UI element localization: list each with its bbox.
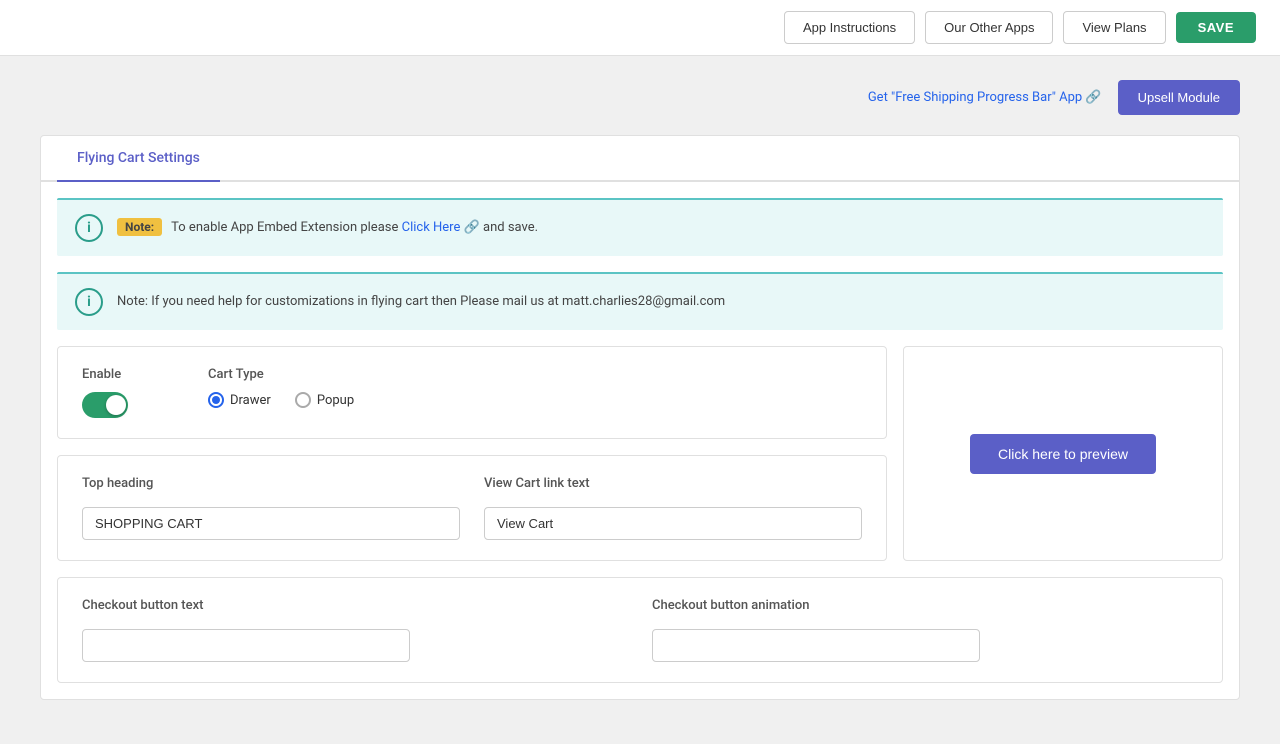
preview-panel: Click here to preview (903, 346, 1223, 561)
top-bar: Get "Free Shipping Progress Bar" App 🔗 U… (40, 80, 1240, 115)
fields-row: Top heading View Cart link text (82, 476, 862, 540)
enable-toggle[interactable] (82, 392, 128, 418)
toggle-slider[interactable] (82, 392, 128, 418)
drawer-label: Drawer (230, 393, 271, 408)
info-icon-1: i (75, 214, 103, 242)
settings-grid: Enable Cart Type (57, 346, 1223, 561)
drawer-radio-btn[interactable] (208, 392, 224, 408)
cart-type-radio-group: Drawer Popup (208, 392, 354, 408)
notice-customization: i Note: If you need help for customizati… (57, 272, 1223, 330)
click-here-link[interactable]: Click Here 🔗 (402, 220, 480, 235)
cart-type-field: Cart Type Drawer Popup (208, 367, 354, 408)
notice-1-before: To enable App Embed Extension please (171, 220, 398, 235)
settings-left: Enable Cart Type (57, 346, 887, 561)
notice-1-after: and save. (483, 220, 538, 235)
checkout-button-text-group: Checkout button text (82, 598, 628, 662)
tab-bar: Flying Cart Settings (41, 136, 1239, 182)
enable-field: Enable (82, 367, 128, 418)
free-shipping-link[interactable]: Get "Free Shipping Progress Bar" App 🔗 (868, 90, 1102, 105)
checkout-button-text-label: Checkout button text (82, 598, 628, 613)
drawer-radio-option[interactable]: Drawer (208, 392, 271, 408)
checkout-button-animation-label: Checkout button animation (652, 598, 1198, 613)
enable-label: Enable (82, 367, 128, 382)
toggle-wrapper (82, 392, 128, 418)
other-apps-button[interactable]: Our Other Apps (925, 11, 1053, 44)
info-icon-2: i (75, 288, 103, 316)
tab-panel: Flying Cart Settings i Note: To enable A… (40, 135, 1240, 700)
view-cart-link-label: View Cart link text (484, 476, 862, 491)
top-heading-label: Top heading (82, 476, 460, 491)
popup-radio-option[interactable]: Popup (295, 392, 354, 408)
view-cart-link-group: View Cart link text (484, 476, 862, 540)
enable-section: Enable Cart Type (82, 367, 862, 418)
cart-type-label: Cart Type (208, 367, 354, 382)
header: App Instructions Our Other Apps View Pla… (0, 0, 1280, 56)
app-instructions-button[interactable]: App Instructions (784, 11, 915, 44)
note-badge-1: Note: (117, 218, 162, 236)
top-heading-group: Top heading (82, 476, 460, 540)
tab-flying-cart-settings[interactable]: Flying Cart Settings (57, 136, 220, 182)
popup-radio-btn[interactable] (295, 392, 311, 408)
checkout-button-text-input[interactable] (82, 629, 410, 662)
notice-embed-extension: i Note: To enable App Embed Extension pl… (57, 198, 1223, 256)
view-plans-button[interactable]: View Plans (1063, 11, 1165, 44)
view-cart-link-input[interactable] (484, 507, 862, 540)
form-fields-card: Top heading View Cart link text (57, 455, 887, 561)
checkout-fields: Checkout button text Checkout button ani… (82, 598, 1198, 662)
notice-1-text: Note: To enable App Embed Extension plea… (117, 218, 538, 238)
save-button[interactable]: SAVE (1176, 12, 1256, 43)
preview-button[interactable]: Click here to preview (970, 434, 1156, 474)
enable-cart-type-card: Enable Cart Type (57, 346, 887, 439)
content-area: i Note: To enable App Embed Extension pl… (41, 198, 1239, 683)
checkout-button-animation-group: Checkout button animation (652, 598, 1198, 662)
upsell-module-button[interactable]: Upsell Module (1118, 80, 1240, 115)
checkout-button-animation-input[interactable] (652, 629, 980, 662)
main-content: Get "Free Shipping Progress Bar" App 🔗 U… (0, 56, 1280, 744)
popup-label: Popup (317, 393, 354, 408)
checkout-card: Checkout button text Checkout button ani… (57, 577, 1223, 683)
top-heading-input[interactable] (82, 507, 460, 540)
notice-2-text: Note: If you need help for customization… (117, 292, 725, 312)
